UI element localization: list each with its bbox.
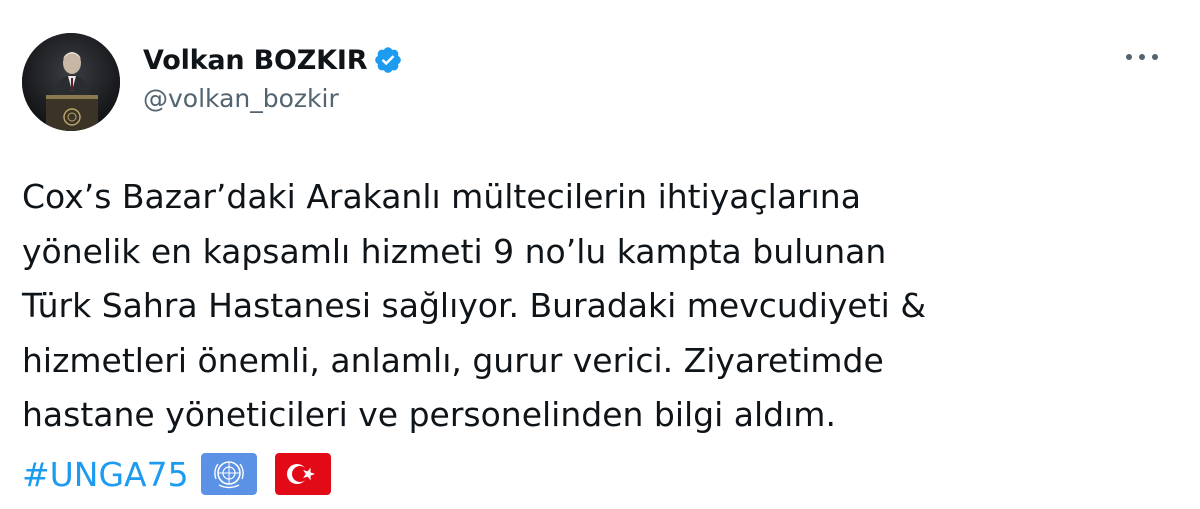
turkey-flag-icon — [274, 453, 331, 495]
tweet-text-line: hizmetleri önemli, anlamlı, gurur verici… — [22, 340, 884, 380]
tweet-card: Volkan BOZKIR @volkan_bozkir Cox’s Bazar… — [0, 0, 1200, 509]
tweet-text-line: yönelik en kapsamlı hizmeti 9 no’lu kamp… — [22, 231, 887, 271]
hashtag-row: #UNGA75 — [22, 449, 331, 499]
dot — [1152, 54, 1158, 60]
tweet-text-line: Cox’s Bazar’daki Arakanlı mültecilerin i… — [22, 177, 861, 216]
united-nations-flag-icon — [200, 453, 257, 495]
author-name-row[interactable]: Volkan BOZKIR — [143, 42, 403, 78]
dot — [1139, 54, 1145, 60]
avatar[interactable] — [22, 33, 120, 131]
verified-badge-icon — [373, 45, 403, 75]
tweet-text-line: hastane yöneticileri ve personelinden bi… — [22, 395, 836, 434]
dot — [1126, 54, 1132, 60]
display-name[interactable]: Volkan BOZKIR — [143, 45, 367, 76]
tweet-text: Cox’s Bazar’daki Arakanlı mültecilerin i… — [22, 170, 1182, 443]
more-options-icon[interactable] — [1122, 45, 1162, 69]
profile-photo — [22, 33, 120, 131]
hashtag-link[interactable]: #UNGA75 — [22, 455, 189, 494]
author-handle[interactable]: @volkan_bozkir — [143, 84, 339, 113]
tweet-text-line: Türk Sahra Hastanesi sağlıyor. Buradaki … — [22, 286, 927, 325]
